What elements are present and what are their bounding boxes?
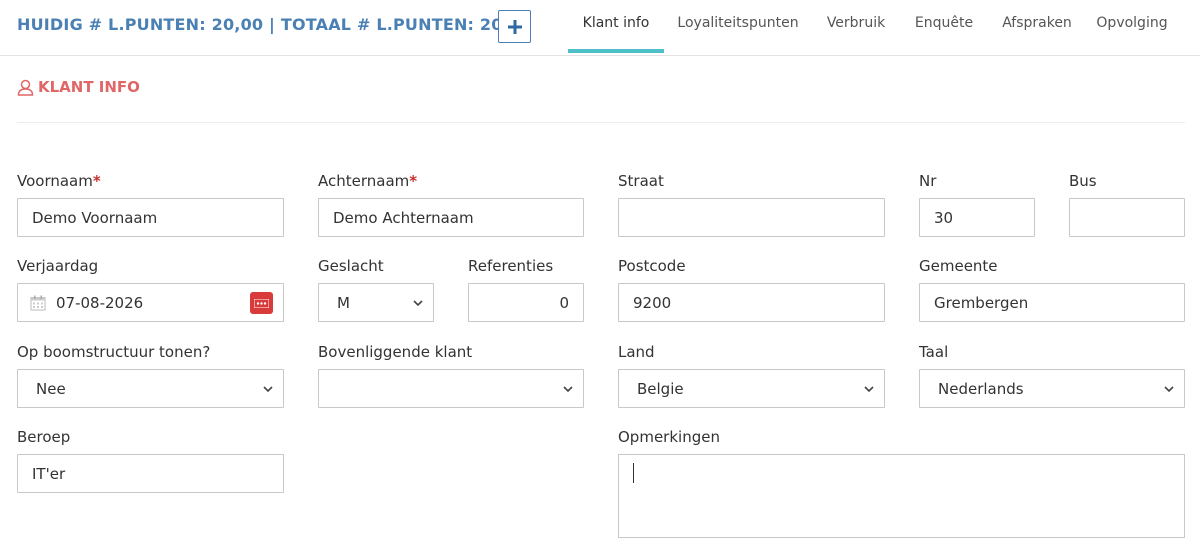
opmerkingen-textarea[interactable] bbox=[618, 454, 1185, 538]
boomstructuur-label: Op boomstructuur tonen? bbox=[17, 343, 211, 361]
tab-loyaliteitspunten[interactable]: Loyaliteitspunten bbox=[664, 0, 812, 53]
boomstructuur-select[interactable]: Nee bbox=[17, 369, 284, 408]
beroep-label: Beroep bbox=[17, 428, 71, 446]
required-marker: * bbox=[92, 172, 101, 190]
text-cursor bbox=[633, 463, 634, 483]
referenties-input[interactable]: 0 bbox=[468, 283, 584, 322]
taal-select[interactable]: Nederlands bbox=[919, 369, 1185, 408]
land-select[interactable]: Belgie bbox=[618, 369, 885, 408]
referenties-value: 0 bbox=[559, 293, 569, 312]
land-label: Land bbox=[618, 343, 655, 361]
gemeente-input[interactable]: Grembergen bbox=[919, 283, 1185, 322]
top-bar: HUIDIG # L.PUNTEN: 20,00 | TOTAAL # L.PU… bbox=[0, 0, 1200, 56]
voornaam-input[interactable]: Demo Voornaam bbox=[17, 198, 284, 237]
chevron-down-icon bbox=[263, 384, 273, 394]
boomstructuur-value: Nee bbox=[36, 379, 66, 398]
tab-opvolging[interactable]: Opvolging bbox=[1086, 0, 1178, 53]
geslacht-label: Geslacht bbox=[318, 257, 384, 275]
verjaardag-value: 07-08-2026 bbox=[56, 293, 144, 312]
taal-value: Nederlands bbox=[938, 379, 1024, 398]
chevron-down-icon bbox=[563, 384, 573, 394]
tab-bar: Klant info Loyaliteitspunten Verbruik En… bbox=[568, 0, 1178, 56]
gemeente-value: Grembergen bbox=[934, 293, 1029, 312]
land-value: Belgie bbox=[637, 379, 684, 398]
required-marker: * bbox=[409, 172, 418, 190]
bovenliggende-klant-select[interactable] bbox=[318, 369, 584, 408]
tab-verbruik[interactable]: Verbruik bbox=[812, 0, 900, 53]
user-icon bbox=[17, 79, 34, 96]
nr-value: 30 bbox=[934, 208, 954, 227]
beroep-value: IT'er bbox=[32, 464, 66, 483]
ellipsis-icon bbox=[254, 298, 269, 308]
postcode-value: 9200 bbox=[633, 293, 672, 312]
plus-icon bbox=[507, 19, 522, 34]
calendar-icon bbox=[30, 295, 46, 311]
voornaam-value: Demo Voornaam bbox=[32, 208, 158, 227]
gemeente-label: Gemeente bbox=[919, 257, 998, 275]
achternaam-input[interactable]: Demo Achternaam bbox=[318, 198, 584, 237]
achternaam-value: Demo Achternaam bbox=[333, 208, 474, 227]
referenties-label: Referenties bbox=[468, 257, 554, 275]
tab-klant-info[interactable]: Klant info bbox=[568, 0, 664, 53]
beroep-input[interactable]: IT'er bbox=[17, 454, 284, 493]
straat-label: Straat bbox=[618, 172, 664, 190]
nr-label: Nr bbox=[919, 172, 937, 190]
date-picker-button[interactable] bbox=[250, 292, 273, 314]
taal-label: Taal bbox=[919, 343, 949, 361]
achternaam-label: Achternaam* bbox=[318, 172, 418, 190]
geslacht-value: M bbox=[337, 293, 350, 312]
section-header: KLANT INFO bbox=[17, 78, 140, 96]
add-points-button[interactable] bbox=[498, 10, 531, 43]
straat-input[interactable] bbox=[618, 198, 885, 237]
tab-afspraken[interactable]: Afspraken bbox=[988, 0, 1086, 53]
loyalty-points-summary: HUIDIG # L.PUNTEN: 20,00 | TOTAAL # L.PU… bbox=[17, 15, 532, 34]
bus-label: Bus bbox=[1069, 172, 1097, 190]
voornaam-label: Voornaam* bbox=[17, 172, 101, 190]
geslacht-select[interactable]: M bbox=[318, 283, 434, 322]
nr-input[interactable]: 30 bbox=[919, 198, 1035, 237]
postcode-input[interactable]: 9200 bbox=[618, 283, 885, 322]
verjaardag-label: Verjaardag bbox=[17, 257, 99, 275]
verjaardag-input[interactable]: 07-08-2026 bbox=[17, 283, 284, 322]
tab-enquete[interactable]: Enquête bbox=[900, 0, 988, 53]
chevron-down-icon bbox=[413, 298, 423, 308]
postcode-label: Postcode bbox=[618, 257, 686, 275]
chevron-down-icon bbox=[864, 384, 874, 394]
bovenliggende-klant-label: Bovenliggende klant bbox=[318, 343, 473, 361]
opmerkingen-label: Opmerkingen bbox=[618, 428, 720, 446]
bus-input[interactable] bbox=[1069, 198, 1185, 237]
section-title: KLANT INFO bbox=[38, 78, 140, 96]
chevron-down-icon bbox=[1164, 384, 1174, 394]
section-divider bbox=[17, 122, 1185, 123]
